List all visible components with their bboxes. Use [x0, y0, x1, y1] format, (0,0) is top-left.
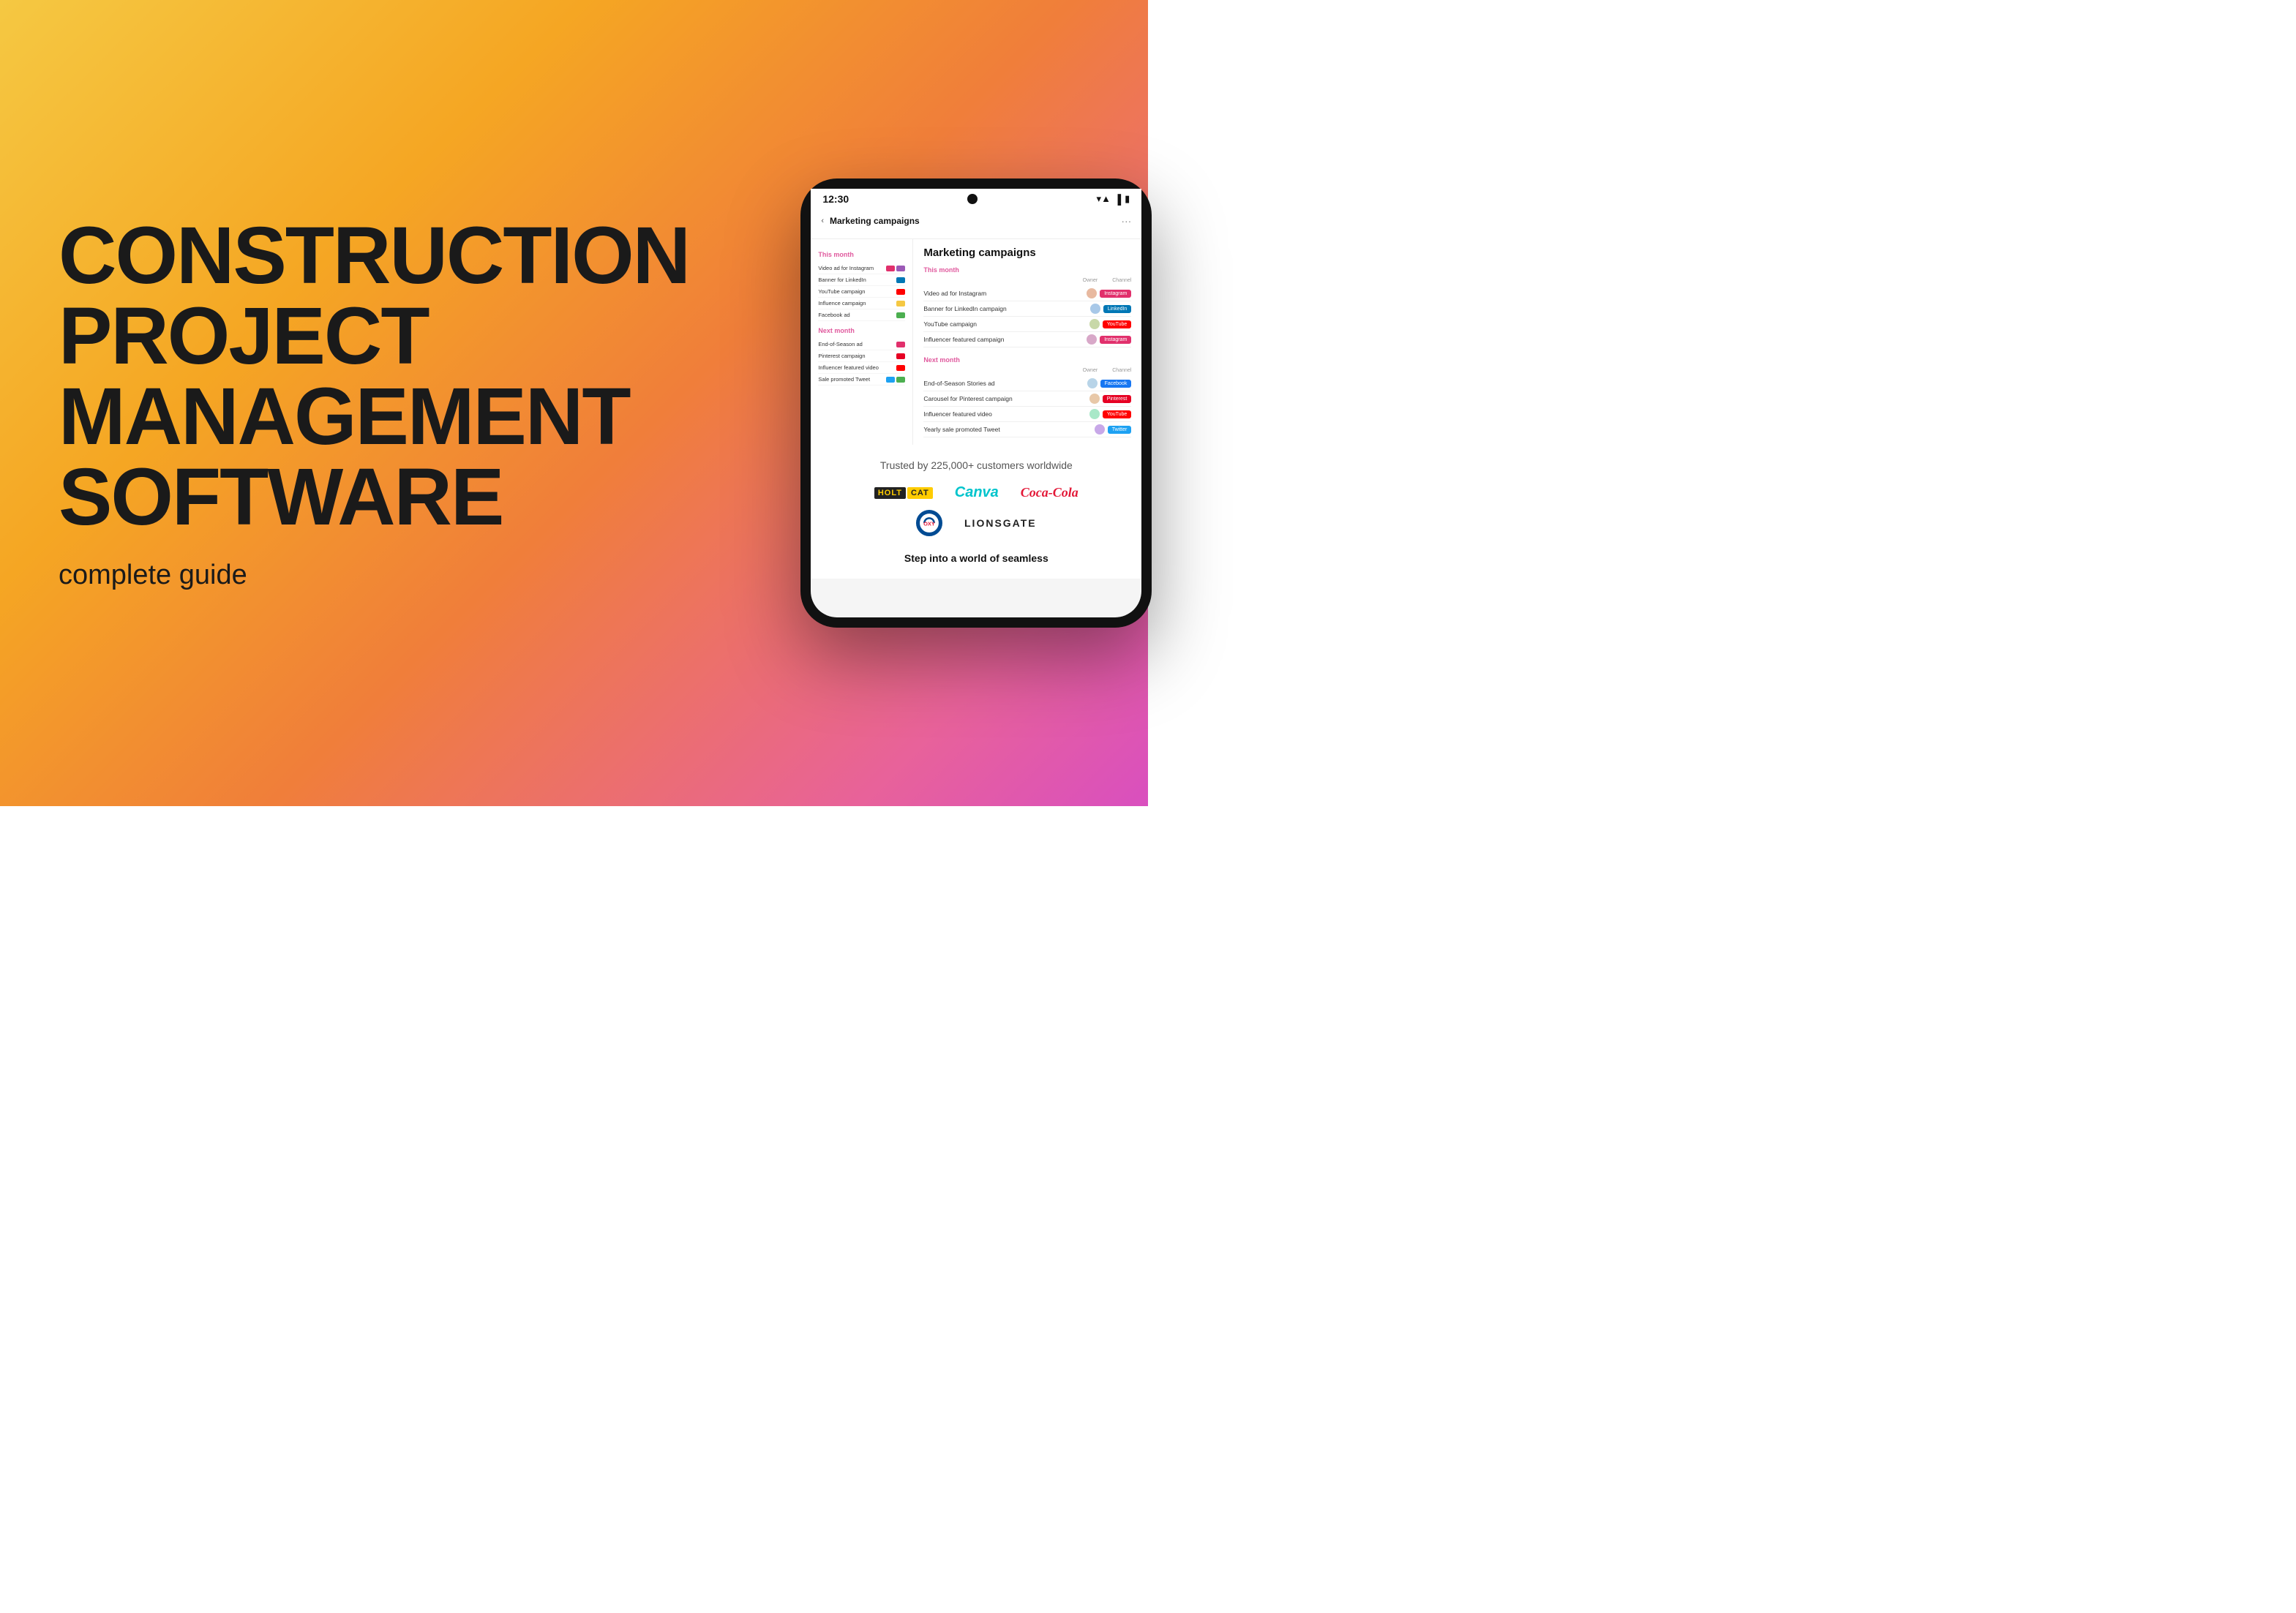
list-item: Pinterest campaign — [818, 350, 905, 362]
app-nav-title: Marketing campaigns — [830, 216, 920, 226]
avatar — [1089, 319, 1100, 329]
phone-mockup: 12:30 ▾▲ ▐ ▮ ‹ Marketing campaigns — [800, 178, 1152, 628]
campaigns-sidebar: This month Video ad for Instagram — [811, 239, 913, 445]
main-background: CONSTRUCTION PROJECT MANAGEMENT SOFTWARE… — [0, 0, 1148, 806]
sidebar-this-month-list: Video ad for Instagram Banner for Linked… — [818, 263, 905, 321]
list-item: Banner for LinkedIn — [818, 274, 905, 286]
title-line-2: PROJECT — [59, 296, 689, 377]
phone-camera — [967, 194, 978, 204]
table-row: Influencer featured campaign Instagram — [923, 332, 1131, 347]
main-title: CONSTRUCTION PROJECT MANAGEMENT SOFTWARE — [59, 216, 689, 538]
next-month-label: Next month — [923, 356, 1131, 364]
owner-col-header: Owner — [1083, 278, 1098, 283]
owner-col-header-2: Owner — [1083, 368, 1098, 373]
more-options-button[interactable]: ··· — [1121, 215, 1131, 227]
channel-badge: LinkedIn — [1103, 305, 1131, 313]
list-item: Influence campaign — [818, 298, 905, 309]
channel-badge: Facebook — [1100, 380, 1132, 388]
phone-screen: ‹ Marketing campaigns ··· This month — [811, 208, 1141, 617]
avatar — [1087, 288, 1097, 298]
channel-col-header-2: Channel — [1112, 368, 1131, 373]
channel-col-header: Channel — [1112, 278, 1131, 283]
sidebar-this-month-label: This month — [818, 251, 905, 258]
list-item: Video ad for Instagram — [818, 263, 905, 274]
phone-status-bar: 12:30 ▾▲ ▐ ▮ — [811, 189, 1141, 208]
table-row: Carousel for Pinterest campaign Pinteres… — [923, 391, 1131, 407]
avatar — [1087, 334, 1097, 345]
oxy-logo: OXY — [916, 510, 942, 536]
cocacola-logo: Coca-Cola — [1021, 485, 1078, 500]
list-item: Facebook ad — [818, 309, 905, 321]
lionsgate-logo: LIONSGATE — [964, 517, 1037, 529]
trusted-section: Trusted by 225,000+ customers worldwide … — [811, 445, 1141, 579]
svg-text:OXY: OXY — [923, 520, 935, 527]
table-header: Owner Channel — [923, 278, 1131, 283]
avatar — [1087, 378, 1098, 388]
list-item: Sale promoted Tweet — [818, 374, 905, 386]
app-nav: ‹ Marketing campaigns ··· — [821, 215, 1131, 227]
table-row: End-of-Season Stories ad Facebook — [923, 376, 1131, 391]
phone-time: 12:30 — [822, 193, 849, 205]
this-month-label: This month — [923, 266, 1131, 274]
left-content: CONSTRUCTION PROJECT MANAGEMENT SOFTWARE… — [59, 216, 719, 591]
campaigns-main: Marketing campaigns This month Owner Cha… — [913, 239, 1141, 445]
this-month-campaigns: Video ad for Instagram Instagram Banner … — [923, 286, 1131, 347]
avatar — [1089, 409, 1100, 419]
logo-row-2: OXY LIONSGATE — [833, 510, 1119, 536]
channel-badge: Pinterest — [1103, 395, 1132, 403]
title-line-4: SOFTWARE — [59, 457, 689, 538]
logo-row-1: HOLT CAT Canva Coca-Cola — [833, 484, 1119, 501]
app-content: ‹ Marketing campaigns ··· This month — [811, 208, 1141, 617]
sidebar-next-month-label: Next month — [818, 327, 905, 334]
next-month-campaigns: End-of-Season Stories ad Facebook Carous… — [923, 376, 1131, 437]
list-item: End-of-Season ad — [818, 339, 905, 350]
table-row: Banner for LinkedIn campaign LinkedIn — [923, 301, 1131, 317]
table-row: Video ad for Instagram Instagram — [923, 286, 1131, 301]
step-into-text: Step into a world of seamless — [833, 545, 1119, 564]
list-item: Influencer featured video — [818, 362, 905, 374]
sidebar-next-month-list: End-of-Season ad Pinterest campaign — [818, 339, 905, 386]
title-line-3: MANAGEMENT — [59, 377, 689, 457]
wifi-icon: ▾▲ — [1097, 193, 1111, 205]
table-row: Influencer featured video YouTube — [923, 407, 1131, 422]
app-header: ‹ Marketing campaigns ··· — [811, 208, 1141, 239]
avatar — [1089, 394, 1100, 404]
canva-logo: Canva — [955, 484, 999, 501]
phone-signal-icons: ▾▲ ▐ ▮ — [1097, 193, 1130, 205]
right-content: 12:30 ▾▲ ▐ ▮ ‹ Marketing campaigns — [719, 178, 1234, 628]
channel-badge: YouTube — [1103, 320, 1132, 328]
table-row: YouTube campaign YouTube — [923, 317, 1131, 332]
channel-badge: Instagram — [1100, 290, 1131, 298]
table-header-next: Owner Channel — [923, 368, 1131, 373]
campaigns-main-title: Marketing campaigns — [923, 247, 1131, 259]
title-line-1: CONSTRUCTION — [59, 216, 689, 296]
table-row: Yearly sale promoted Tweet Twitter — [923, 422, 1131, 437]
battery-icon: ▮ — [1125, 193, 1130, 205]
list-item: YouTube campaign — [818, 286, 905, 298]
campaigns-layout: This month Video ad for Instagram — [811, 239, 1141, 445]
avatar — [1090, 304, 1100, 314]
trusted-title: Trusted by 225,000+ customers worldwide — [833, 459, 1119, 471]
signal-icon: ▐ — [1114, 194, 1121, 205]
channel-badge: YouTube — [1103, 410, 1132, 418]
subtitle: complete guide — [59, 560, 689, 591]
holtcat-logo: HOLT CAT — [874, 487, 933, 499]
channel-badge: Instagram — [1100, 336, 1131, 344]
back-button[interactable]: ‹ — [821, 217, 824, 225]
channel-badge: Twitter — [1108, 426, 1132, 434]
avatar — [1095, 424, 1105, 435]
